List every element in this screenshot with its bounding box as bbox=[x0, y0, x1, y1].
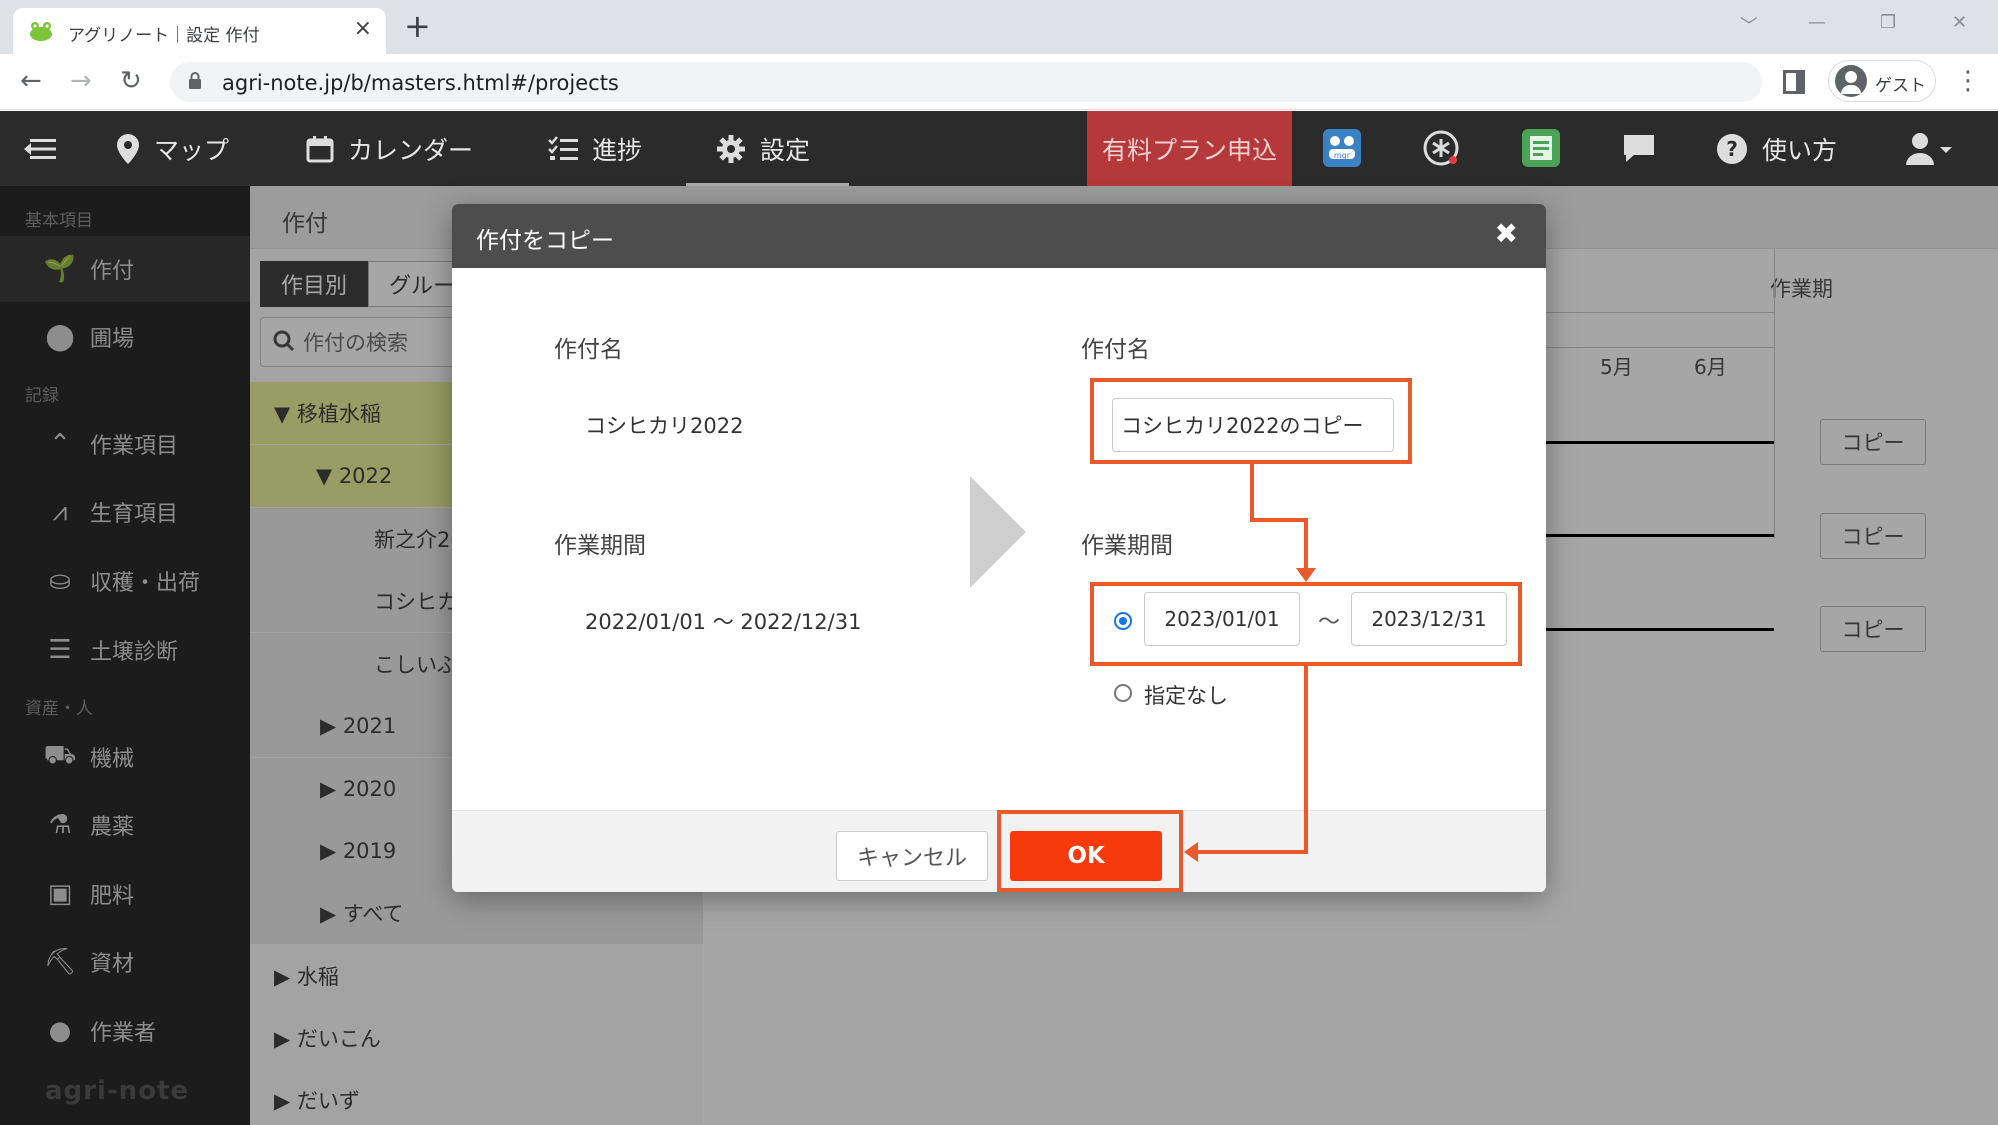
restore-icon[interactable]: ❐ bbox=[1880, 12, 1896, 33]
calendar-icon bbox=[306, 135, 334, 162]
browser-tab[interactable]: アグリノート｜設定 作付 × bbox=[13, 8, 386, 54]
browser-toolbar: ← → ↻ agri-note.jp/b/masters.html#/proje… bbox=[0, 54, 1998, 110]
no-period-radio[interactable] bbox=[1114, 684, 1132, 702]
nav-map[interactable]: マップ bbox=[116, 111, 229, 186]
forward-icon[interactable]: → bbox=[70, 66, 92, 96]
nav-settings[interactable]: 設定 bbox=[716, 111, 810, 186]
browser-tab-title: アグリノート｜設定 作付 bbox=[68, 26, 260, 46]
help-icon: ? bbox=[1717, 133, 1747, 164]
target-period-label: 作業期間 bbox=[1081, 533, 1173, 559]
app-top-nav: マップ カレンダー 進捗 設定 有料プラン申込 mgr ? 使い方 bbox=[0, 111, 1998, 186]
profile-label: ゲスト bbox=[1875, 76, 1926, 96]
nav-help[interactable]: ? 使い方 bbox=[1716, 111, 1837, 186]
copy-crop-dialog: 作付をコピー ✖ 作付名 コシヒカリ2022 作業期間 2022/01/01 ～… bbox=[452, 204, 1546, 892]
reload-icon[interactable]: ↻ bbox=[120, 66, 142, 96]
url-text: agri-note.jp/b/masters.html#/projects bbox=[222, 71, 619, 95]
checklist-icon bbox=[548, 135, 578, 160]
source-name-label: 作付名 bbox=[554, 337, 623, 363]
cancel-button[interactable]: キャンセル bbox=[836, 831, 988, 881]
user-menu-icon[interactable] bbox=[1906, 131, 1956, 167]
nav-help-label: 使い方 bbox=[1762, 135, 1838, 165]
source-period-label: 作業期間 bbox=[554, 533, 646, 559]
source-name-value: コシヒカリ2022 bbox=[585, 414, 744, 438]
no-period-label: 指定なし bbox=[1144, 684, 1228, 708]
nav-calendar[interactable]: カレンダー bbox=[306, 111, 473, 186]
tab-close-icon[interactable]: × bbox=[354, 18, 372, 40]
minimize-icon[interactable]: — bbox=[1808, 12, 1826, 33]
browser-menu-icon[interactable]: ⋮ bbox=[1955, 68, 1981, 94]
target-name-label: 作付名 bbox=[1081, 337, 1150, 363]
mgr-app-icon[interactable]: mgr bbox=[1323, 129, 1361, 167]
window-close-icon[interactable]: ✕ bbox=[1952, 12, 1967, 33]
nav-map-label: マップ bbox=[154, 135, 230, 165]
avatar-icon bbox=[1835, 65, 1867, 97]
highlight-period-box bbox=[1090, 582, 1522, 666]
gear-icon bbox=[717, 134, 745, 163]
nav-progress[interactable]: 進捗 bbox=[548, 111, 642, 186]
browser-tab-strip: アグリノート｜設定 作付 × + ﹀ — ❐ ✕ bbox=[0, 0, 1998, 54]
menu-collapse-icon[interactable] bbox=[24, 137, 56, 161]
lock-icon bbox=[189, 72, 201, 89]
tab-search-icon[interactable]: ﹀ bbox=[1740, 12, 1758, 38]
nav-settings-label: 設定 bbox=[760, 135, 811, 165]
profile-button[interactable]: ゲスト bbox=[1828, 60, 1936, 102]
highlight-ok-box bbox=[997, 810, 1183, 892]
frog-favicon-icon bbox=[30, 22, 52, 41]
map-pin-icon bbox=[117, 133, 139, 164]
green-book-icon[interactable] bbox=[1522, 129, 1560, 167]
highlight-name-box bbox=[1090, 378, 1412, 464]
arrow-right-icon bbox=[970, 476, 1026, 588]
nav-progress-label: 進捗 bbox=[592, 135, 643, 165]
source-period-value: 2022/01/01 ～ 2022/12/31 bbox=[585, 610, 862, 634]
nav-calendar-label: カレンダー bbox=[348, 135, 474, 165]
paid-plan-button[interactable]: 有料プラン申込 bbox=[1087, 111, 1292, 186]
dialog-title: 作付をコピー bbox=[476, 228, 614, 254]
svg-text:mgr: mgr bbox=[1334, 151, 1351, 160]
asterisk-app-icon[interactable] bbox=[1422, 129, 1460, 167]
svg-text:?: ? bbox=[1726, 137, 1738, 161]
close-icon[interactable]: ✖ bbox=[1495, 218, 1518, 250]
dialog-header: 作付をコピー ✖ bbox=[452, 204, 1546, 268]
address-bar[interactable]: agri-note.jp/b/masters.html#/projects bbox=[170, 62, 1762, 102]
chat-icon[interactable] bbox=[1620, 129, 1658, 167]
back-icon[interactable]: ← bbox=[20, 66, 42, 96]
side-panel-icon[interactable] bbox=[1783, 70, 1805, 94]
new-tab-button[interactable]: + bbox=[404, 10, 431, 42]
